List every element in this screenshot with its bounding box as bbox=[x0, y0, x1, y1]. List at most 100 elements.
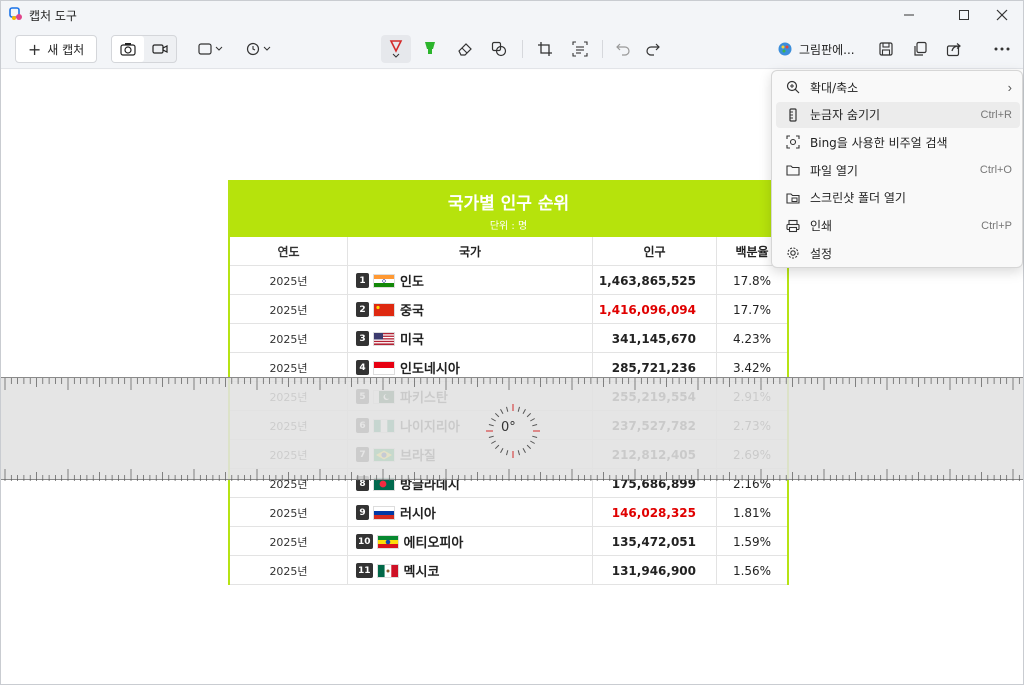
capture-mode-toggle bbox=[111, 35, 177, 63]
country-name: 에티오피아 bbox=[403, 536, 464, 551]
toolbar: + 새 캡처 그림판에... bbox=[1, 29, 1023, 69]
country-name: 러시아 bbox=[400, 507, 436, 522]
visual-search-icon bbox=[782, 135, 804, 149]
rank-badge: 11 bbox=[356, 563, 373, 578]
country-name: 멕시코 bbox=[403, 565, 440, 580]
text-actions-button[interactable] bbox=[566, 35, 594, 63]
new-capture-button[interactable]: + 새 캡처 bbox=[15, 35, 97, 63]
country-cell: 10 에티오피아 bbox=[348, 527, 593, 556]
year-cell: 2025년 bbox=[230, 295, 348, 324]
rank-badge: 3 bbox=[356, 331, 369, 346]
share-icon bbox=[946, 43, 961, 57]
year-cell: 2025년 bbox=[230, 324, 348, 353]
snip-shape-dropdown[interactable] bbox=[191, 35, 231, 63]
undo-icon bbox=[616, 43, 630, 56]
menu-item-label: 파일 열기 bbox=[810, 163, 858, 178]
menu-item-settings[interactable]: 설정 bbox=[776, 240, 1020, 266]
table-column-headers: 연도 국가 인구 백분율 bbox=[230, 237, 787, 266]
population-cell: 146,028,325 bbox=[593, 498, 717, 527]
minimize-button[interactable] bbox=[886, 1, 932, 29]
copy-icon bbox=[914, 41, 927, 56]
population-cell: 341,145,670 bbox=[593, 324, 717, 353]
video-mode-button[interactable] bbox=[144, 36, 176, 62]
table-title: 국가별 인구 순위 bbox=[447, 194, 570, 214]
year-cell: 2025년 bbox=[230, 498, 348, 527]
snipping-tool-window: 캡처 도구 + 새 캡처 그림판에... 국가별 인구 순위 단위: 명 연도… bbox=[0, 0, 1024, 685]
eraser-icon bbox=[458, 43, 472, 56]
menu-item-label: 인쇄 bbox=[810, 219, 833, 233]
more-options-menu: 확대/축소 › 눈금자 숨기기 Ctrl+R Bing을 사용한 비주얼 검색 파일 열기… bbox=[771, 70, 1023, 268]
percent-cell: 1.59% bbox=[732, 534, 772, 549]
more-icon bbox=[994, 47, 1010, 51]
rank-badge: 2 bbox=[356, 302, 369, 317]
population-cell: 1,416,096,094 bbox=[593, 295, 717, 324]
table-row: 2025년 11 멕시코 131,946,900 1.56% bbox=[230, 556, 787, 585]
close-button[interactable] bbox=[979, 1, 1024, 29]
close-icon bbox=[996, 9, 1008, 21]
menu-item-print[interactable]: 인쇄 Ctrl+P bbox=[776, 213, 1020, 239]
ruler-icon bbox=[782, 108, 804, 122]
year-cell: 2025년 bbox=[230, 556, 348, 585]
toolbar-divider bbox=[522, 40, 523, 58]
year-cell: 2025년 bbox=[230, 527, 348, 556]
rank-badge: 1 bbox=[356, 273, 369, 288]
menu-item-visual-search[interactable]: Bing을 사용한 비주얼 검색 bbox=[776, 129, 1020, 155]
minimize-icon bbox=[904, 14, 914, 16]
china-flag-icon bbox=[373, 302, 395, 317]
menu-item-label: 설정 bbox=[810, 246, 833, 261]
ballpoint-pen-button[interactable] bbox=[381, 35, 411, 63]
percent-cell: 17.8% bbox=[732, 273, 772, 288]
country-cell: 1 인도 bbox=[348, 266, 593, 295]
menu-item-zoom[interactable]: 확대/축소 › bbox=[776, 74, 1020, 100]
share-button[interactable] bbox=[940, 35, 968, 63]
population-cell: 131,946,900 bbox=[593, 556, 717, 585]
crop-button[interactable] bbox=[531, 35, 559, 63]
window-title: 캡처 도구 bbox=[29, 9, 77, 23]
rectangle-snip-icon bbox=[198, 43, 223, 55]
menu-item-shortcut: Ctrl+R bbox=[980, 108, 1012, 121]
settings-icon bbox=[782, 246, 804, 260]
rank-badge: 4 bbox=[356, 360, 369, 375]
menu-item-shortcut: Ctrl+P bbox=[981, 219, 1012, 232]
paint-app-icon bbox=[778, 42, 792, 56]
zoom-icon bbox=[782, 80, 804, 94]
percent-cell: 4.23% bbox=[732, 331, 772, 346]
column-header-country: 국가 bbox=[348, 237, 593, 266]
population-cell: 1,463,865,525 bbox=[593, 266, 717, 295]
column-header-population: 인구 bbox=[593, 237, 717, 266]
ruler-angle-readout: 0° bbox=[501, 420, 516, 435]
copy-button[interactable] bbox=[906, 35, 934, 63]
menu-item-label: 스크린샷 폴더 열기 bbox=[810, 191, 906, 206]
menu-item-open-screenshot-folder[interactable]: 스크린샷 폴더 열기 bbox=[776, 185, 1020, 211]
delay-dropdown[interactable] bbox=[239, 35, 279, 63]
undo-button[interactable] bbox=[609, 35, 637, 63]
menu-item-open-file[interactable]: 파일 열기 Ctrl+O bbox=[776, 157, 1020, 183]
population-cell: 135,472,051 bbox=[593, 527, 717, 556]
eraser-button[interactable] bbox=[451, 35, 479, 63]
highlighter-button[interactable] bbox=[416, 35, 444, 63]
shapes-button[interactable] bbox=[485, 35, 513, 63]
camera-icon bbox=[120, 43, 136, 56]
timer-icon bbox=[246, 42, 271, 56]
country-cell: 2 중국 bbox=[348, 295, 593, 324]
text-actions-icon bbox=[572, 41, 588, 57]
plus-icon: + bbox=[27, 39, 42, 59]
more-options-button[interactable] bbox=[988, 35, 1016, 63]
menu-item-shortcut: Ctrl+O bbox=[979, 164, 1012, 177]
percent-cell: 1.56% bbox=[732, 563, 772, 578]
pen-icon bbox=[389, 40, 403, 58]
year-cell: 2025년 bbox=[230, 266, 348, 295]
country-cell: 11 멕시코 bbox=[348, 556, 593, 585]
screenshot-folder-icon bbox=[782, 191, 804, 205]
menu-item-label: 확대/축소 bbox=[810, 80, 859, 95]
shapes-icon bbox=[491, 41, 507, 57]
maximize-icon bbox=[959, 10, 969, 20]
open-in-paint-button[interactable]: 그림판에... bbox=[773, 35, 863, 63]
redo-icon bbox=[646, 43, 660, 56]
indonesia-flag-icon bbox=[373, 360, 395, 375]
menu-item-hide-ruler[interactable]: 눈금자 숨기기 Ctrl+R bbox=[776, 101, 1020, 128]
india-flag-icon bbox=[373, 273, 395, 288]
save-button[interactable] bbox=[872, 35, 900, 63]
screenshot-mode-button[interactable] bbox=[112, 36, 144, 62]
redo-button[interactable] bbox=[639, 35, 667, 63]
